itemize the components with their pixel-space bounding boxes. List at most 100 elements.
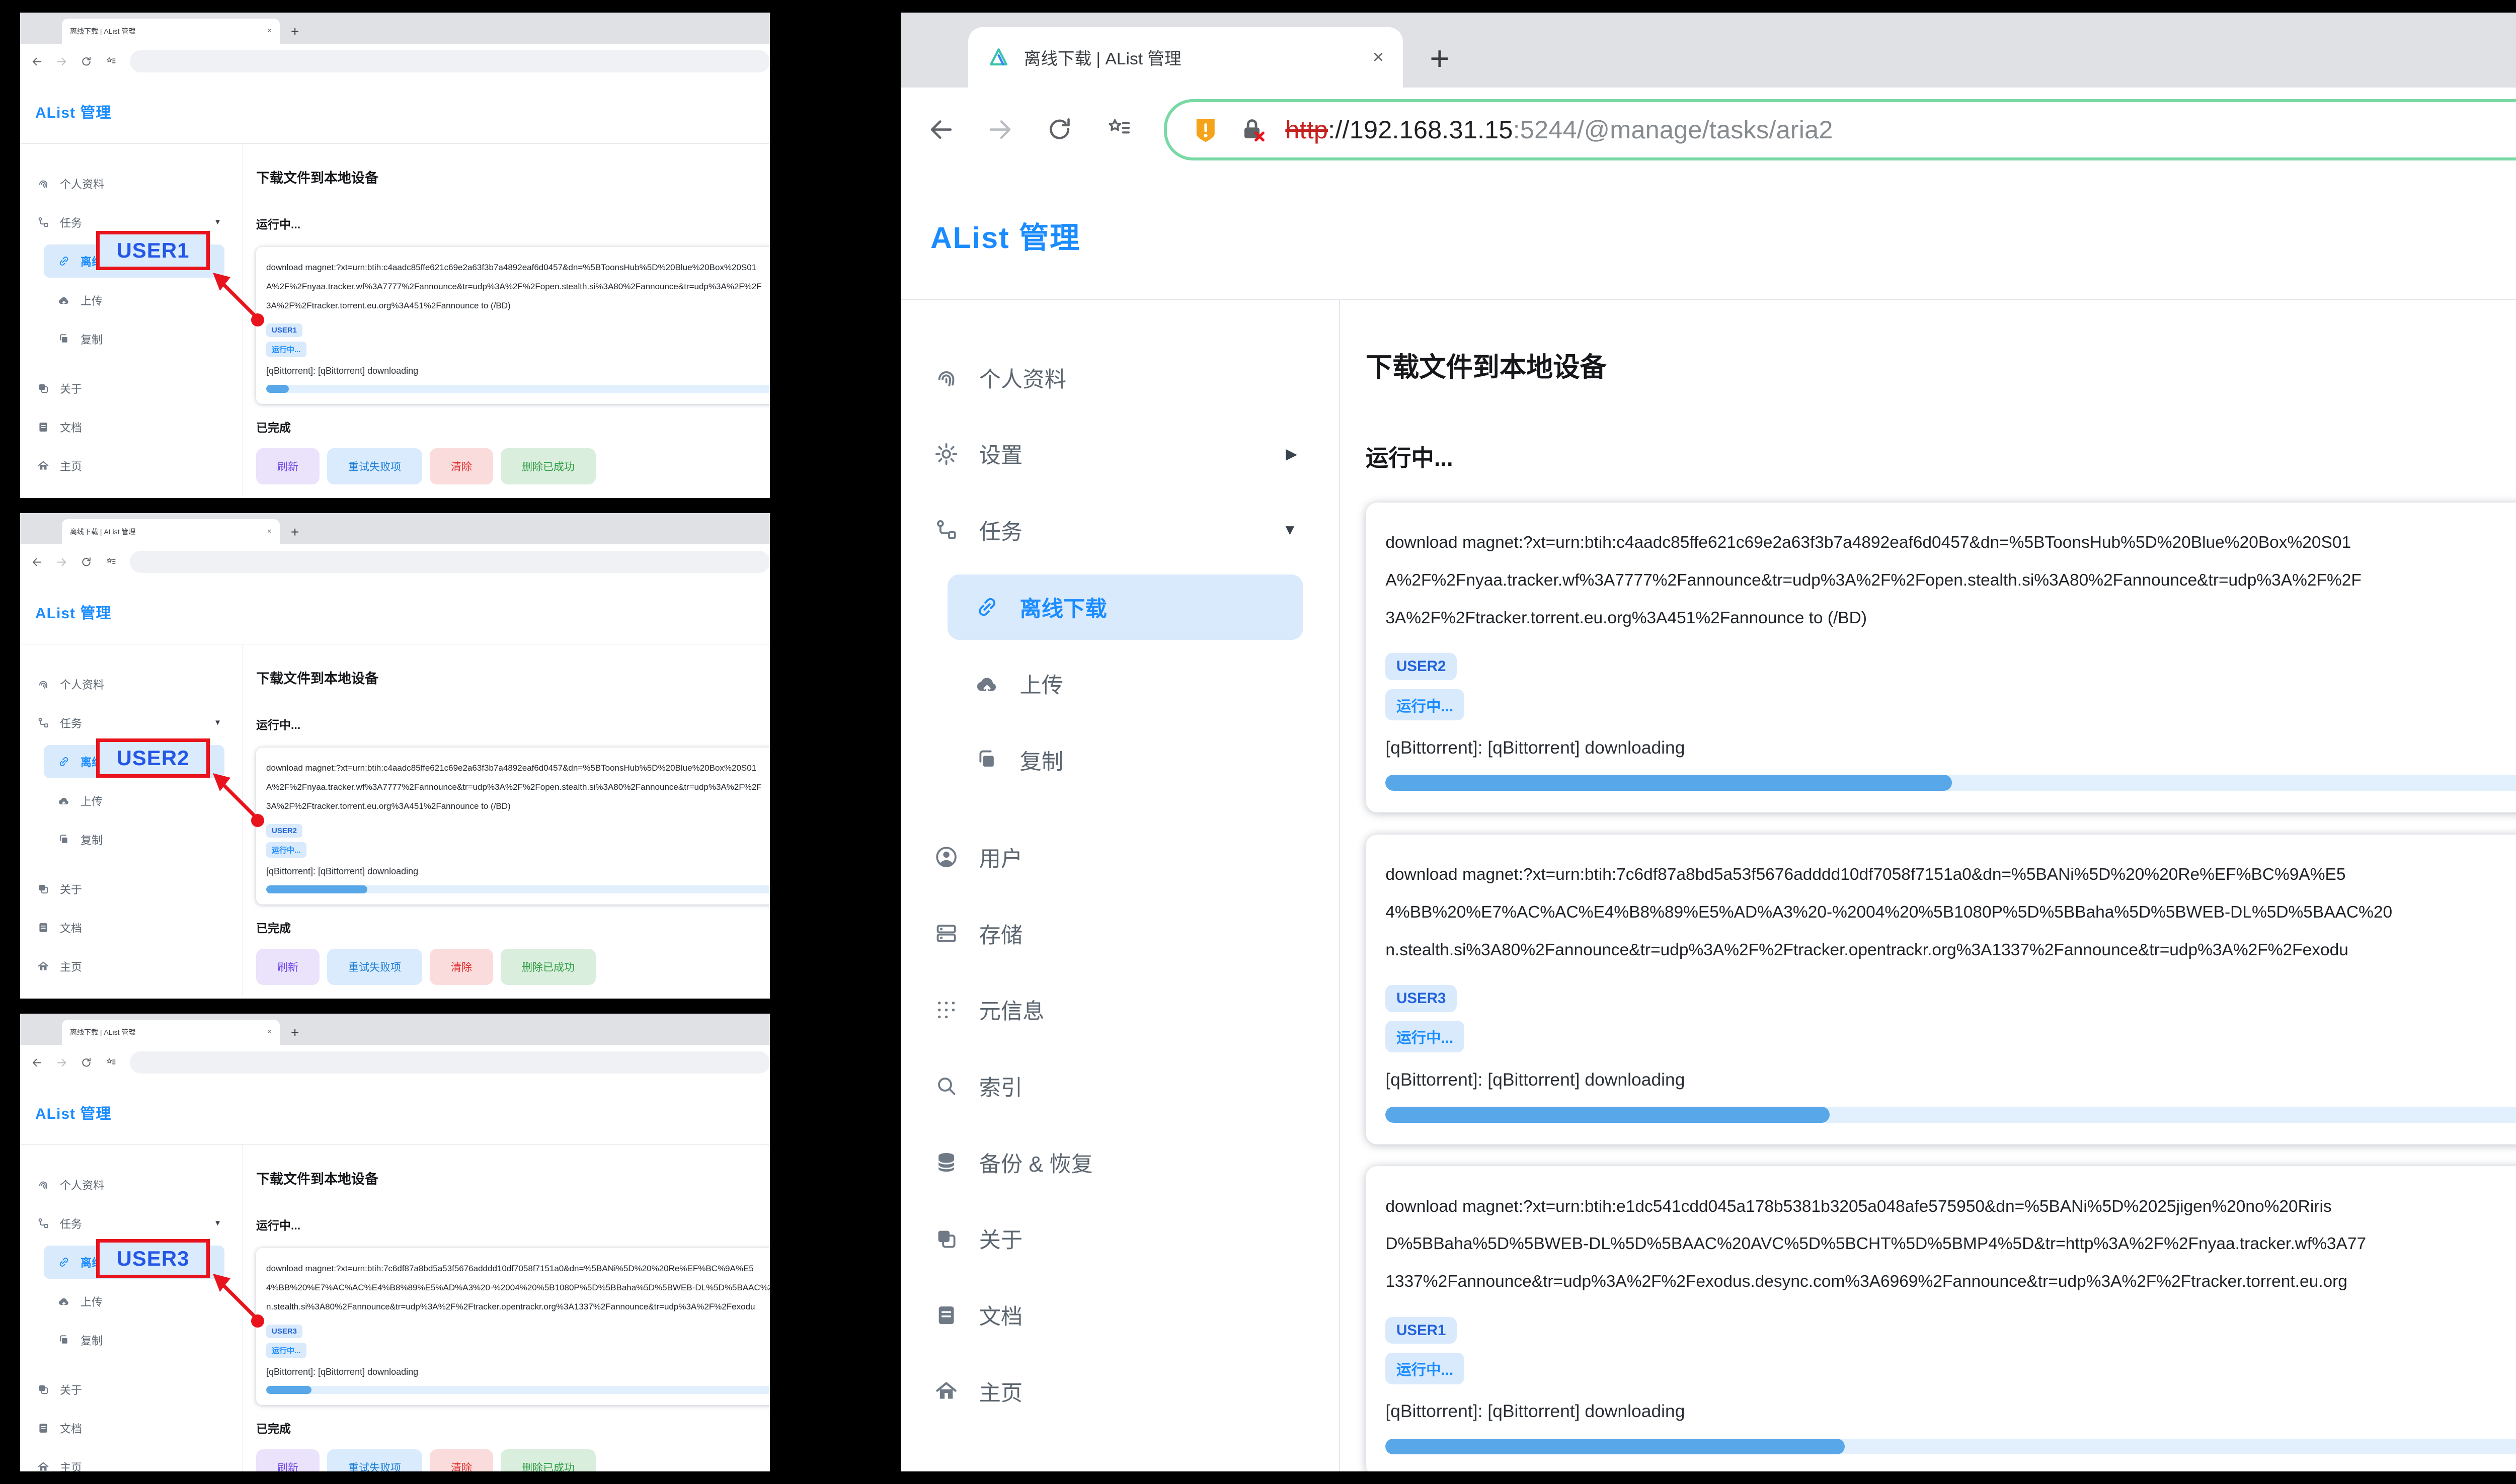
delete-succeeded-button[interactable]: 删除已成功 <box>501 1449 596 1471</box>
clear-button[interactable]: 清除 <box>430 1449 493 1471</box>
sidebar-item-backup-restore[interactable]: 备份 & 恢复 <box>901 1124 1339 1201</box>
sidebar-item-docs[interactable]: 文档 <box>20 1409 243 1447</box>
sidebar-item-about[interactable]: 关于 <box>901 1201 1339 1277</box>
magnet-line: A%2F%2Fnyaa.tracker.wf%3A7777%2Fannounce… <box>266 778 770 797</box>
sidebar-item-upload[interactable]: 上传 <box>20 1282 243 1321</box>
page-title: 下载文件到本地设备 <box>1366 346 2516 384</box>
back-icon[interactable] <box>31 56 43 67</box>
new-tab-icon[interactable]: + <box>291 1026 299 1040</box>
sidebar-item-tasks[interactable]: 任务▼ <box>20 703 243 742</box>
new-tab-icon[interactable]: + <box>291 525 299 539</box>
reload-icon[interactable] <box>81 56 92 67</box>
delete-succeeded-button[interactable]: 删除已成功 <box>501 448 596 484</box>
refresh-button[interactable]: 刷新 <box>256 949 320 985</box>
sidebar-item-upload[interactable]: 上传 <box>901 645 1339 722</box>
sidebar-item-offline-download[interactable]: 离线下载 <box>948 574 1303 640</box>
app-body: 个人资料 设置▶ 任务▼ 离线下载 上传 复制 用户 存储 元信息 索引 备份 … <box>901 299 2516 1471</box>
tab-close-icon[interactable]: × <box>267 27 272 35</box>
sidebar-item-metadata[interactable]: 元信息 <box>901 972 1339 1048</box>
sidebar-item-copy[interactable]: 复制 <box>20 820 243 859</box>
retry-failed-button[interactable]: 重试失败项 <box>327 1449 422 1471</box>
new-tab-icon[interactable]: + <box>291 25 299 39</box>
sidebar-item-users[interactable]: 用户 <box>901 819 1339 895</box>
annotation-label: USER2 <box>116 746 189 770</box>
sidebar-item-tasks[interactable]: 任务▼ <box>901 492 1339 568</box>
sidebar-item-profile[interactable]: 个人资料 <box>20 1165 243 1204</box>
reload-icon[interactable] <box>1046 116 1073 143</box>
sidebar-item-about[interactable]: 关于 <box>20 1370 243 1409</box>
link-icon <box>57 1256 70 1269</box>
app-title: AList 管理 <box>35 100 111 122</box>
task-card: download magnet:?xt=urn:btih:7c6df87a8bd… <box>1366 835 2516 1144</box>
clear-button[interactable]: 清除 <box>430 448 493 484</box>
sidebar-item-tasks[interactable]: 任务▼ <box>20 1204 243 1243</box>
sidebar-item-index[interactable]: 索引 <box>901 1048 1339 1124</box>
sidebar-item-home[interactable]: 主页 <box>20 1447 243 1471</box>
bookmark-list-icon[interactable] <box>105 556 117 568</box>
refresh-button[interactable]: 刷新 <box>256 448 320 484</box>
progress-bar <box>266 385 770 393</box>
back-icon[interactable] <box>927 116 955 143</box>
status-badge: 运行中... <box>266 342 306 357</box>
retry-failed-button[interactable]: 重试失败项 <box>327 448 422 484</box>
reload-icon[interactable] <box>81 1057 92 1068</box>
warning-shield-icon[interactable] <box>1191 114 1220 145</box>
sidebar-item-upload[interactable]: 上传 <box>20 281 243 319</box>
app-body: 个人资料 任务▼ 离线下载 上传 复制 关于 文档 主页 下载文件到本地设备 运… <box>20 644 770 997</box>
sidebar-item-copy[interactable]: 复制 <box>901 722 1339 798</box>
forward-icon[interactable] <box>56 56 67 67</box>
tab-close-icon[interactable]: × <box>267 528 272 536</box>
sidebar-item-storage[interactable]: 存储 <box>901 895 1339 972</box>
copy-icon <box>57 1334 70 1347</box>
sidebar-item-home[interactable]: 主页 <box>20 446 243 485</box>
address-bar[interactable]: http://192.168.31.15:5244/@manage/tasks/… <box>1164 99 2516 160</box>
sidebar-item-profile[interactable]: 个人资料 <box>20 665 243 703</box>
sidebar-item-about[interactable]: 关于 <box>20 869 243 908</box>
sidebar-item-docs[interactable]: 文档 <box>901 1277 1339 1353</box>
annotation-label: USER1 <box>116 238 189 263</box>
reload-icon[interactable] <box>81 556 92 568</box>
delete-succeeded-button[interactable]: 删除已成功 <box>501 949 596 985</box>
address-bar[interactable] <box>130 551 770 573</box>
browser-tab[interactable]: 离线下载 | AList 管理 × <box>968 27 1403 88</box>
sidebar: 个人资料 任务▼ 离线下载 上传 复制 关于 文档 主页 <box>20 644 243 997</box>
sidebar-item-docs[interactable]: 文档 <box>20 908 243 947</box>
bookmark-list-icon[interactable] <box>1105 116 1133 143</box>
clear-button[interactable]: 清除 <box>430 949 493 985</box>
address-bar[interactable] <box>130 1051 770 1074</box>
sidebar-item-settings[interactable]: 设置▶ <box>901 416 1339 492</box>
sidebar-item-docs[interactable]: 文档 <box>20 407 243 446</box>
back-icon[interactable] <box>31 1057 43 1068</box>
tab-close-icon[interactable]: × <box>1373 48 1384 67</box>
sidebar-item-copy[interactable]: 复制 <box>20 1321 243 1359</box>
back-icon[interactable] <box>31 556 43 568</box>
sidebar-item-home[interactable]: 主页 <box>901 1353 1339 1430</box>
forward-icon[interactable] <box>986 116 1014 143</box>
sidebar-item-about[interactable]: 关于 <box>20 369 243 407</box>
retry-failed-button[interactable]: 重试失败项 <box>327 949 422 985</box>
bookmark-list-icon[interactable] <box>105 56 117 67</box>
about-icon <box>37 882 50 895</box>
sidebar-item-profile[interactable]: 个人资料 <box>901 340 1339 416</box>
sidebar-item-home[interactable]: 主页 <box>20 947 243 985</box>
forward-icon[interactable] <box>56 1057 67 1068</box>
refresh-button[interactable]: 刷新 <box>256 1449 320 1471</box>
forward-icon[interactable] <box>56 556 67 568</box>
tab-strip: 离线下载 | AList 管理 × + <box>901 13 2516 88</box>
tab-close-icon[interactable]: × <box>267 1028 272 1036</box>
insecure-lock-icon[interactable] <box>1238 114 1268 145</box>
address-bar[interactable] <box>130 50 770 72</box>
bookmark-list-icon[interactable] <box>105 1057 117 1068</box>
sidebar-item-profile[interactable]: 个人资料 <box>20 164 243 203</box>
browser-tab[interactable]: 离线下载 | AList 管理 × <box>62 519 280 544</box>
sidebar-item-upload[interactable]: 上传 <box>20 781 243 820</box>
new-tab-icon[interactable]: + <box>1430 42 1449 75</box>
book-icon <box>933 1302 959 1328</box>
task-status-text: [qBittorrent]: [qBittorrent] downloading <box>266 1367 770 1377</box>
user-badge: USER2 <box>266 824 302 838</box>
sidebar-item-copy[interactable]: 复制 <box>20 319 243 358</box>
browser-tab[interactable]: 离线下载 | AList 管理 × <box>62 19 280 44</box>
copy-icon <box>57 833 70 846</box>
browser-tab[interactable]: 离线下载 | AList 管理 × <box>62 1020 280 1045</box>
user-badge: USER2 <box>1385 653 1457 680</box>
